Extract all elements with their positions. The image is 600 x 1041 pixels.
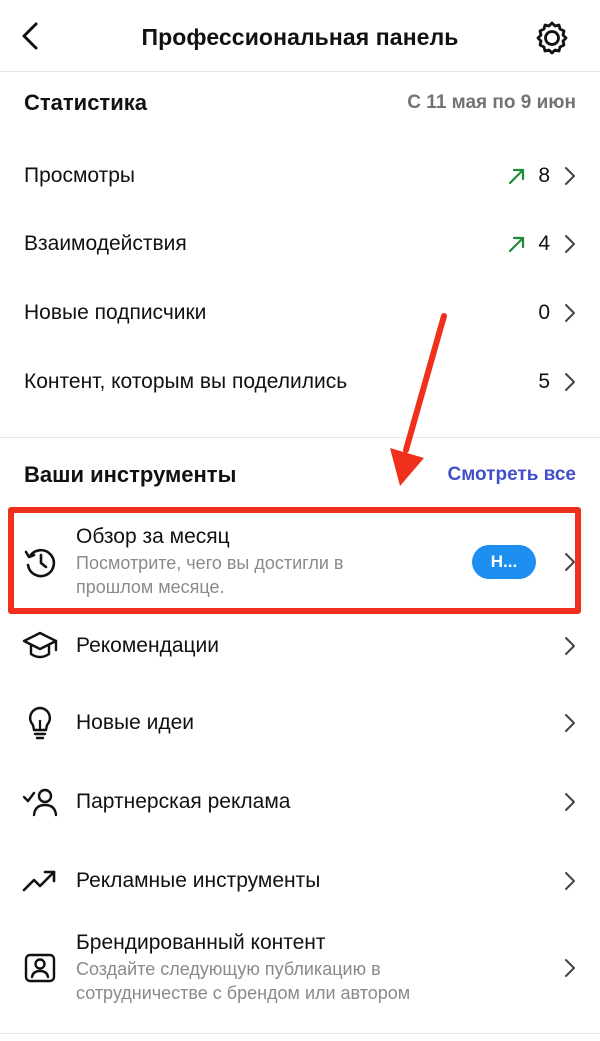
settings-button[interactable] xyxy=(532,18,572,58)
chevron-right-icon xyxy=(558,233,576,255)
stat-row-views[interactable]: Просмотры 8 xyxy=(24,156,576,196)
tools-heading: Ваши инструменты xyxy=(24,462,237,487)
section-divider xyxy=(0,437,600,438)
trend-chart-icon xyxy=(20,861,60,901)
partner-check-user-icon xyxy=(20,782,60,822)
stat-label: Взаимодействия xyxy=(24,232,187,255)
settings-gear-icon xyxy=(536,21,568,55)
trend-up-icon xyxy=(506,233,528,255)
stat-label: Просмотры xyxy=(24,164,135,187)
stat-row-shared-content[interactable]: Контент, которым вы поделились 5 xyxy=(24,362,576,402)
tool-description-line: сотрудничестве с брендом или автором xyxy=(76,983,411,1003)
chevron-right-icon xyxy=(558,712,576,734)
page-title: Профессиональная панель xyxy=(141,24,459,50)
tools-header: Ваши инструменты Смотреть все xyxy=(24,462,576,488)
tool-title: Рекламные инструменты xyxy=(76,869,321,892)
tool-branded-content[interactable]: Брендированный контент Создайте следующу… xyxy=(20,928,576,1008)
tool-title: Рекомендации xyxy=(76,634,220,657)
stat-label: Новые подписчики xyxy=(24,301,207,324)
bottom-divider xyxy=(0,1033,600,1034)
stats-header: Статистика С 11 мая по 9 июн xyxy=(24,90,576,116)
stat-value: 0 xyxy=(538,301,550,324)
date-range[interactable]: С 11 мая по 9 июн xyxy=(407,92,576,114)
branded-content-icon xyxy=(20,948,60,988)
chevron-right-icon xyxy=(558,371,576,393)
chevron-right-icon xyxy=(558,302,576,324)
chevron-right-icon xyxy=(558,870,576,892)
chevron-right-icon xyxy=(558,957,576,979)
chevron-right-icon xyxy=(558,635,576,657)
chevron-right-icon xyxy=(558,791,576,813)
tool-new-ideas[interactable]: Новые идеи xyxy=(20,702,576,744)
stat-value: 8 xyxy=(538,164,550,187)
tool-title: Партнерская реклама xyxy=(76,790,291,813)
trend-up-icon xyxy=(506,165,528,187)
stat-value: 5 xyxy=(538,370,550,393)
tool-partner-ads[interactable]: Партнерская реклама xyxy=(20,781,576,823)
stats-heading: Статистика xyxy=(24,90,147,115)
tool-ad-tools[interactable]: Рекламные инструменты xyxy=(20,860,576,902)
stat-label: Контент, которым вы поделились xyxy=(24,370,348,393)
tool-description-line: Создайте следующую публикацию в xyxy=(76,959,381,979)
see-all-link[interactable]: Смотреть все xyxy=(448,464,577,486)
graduation-cap-icon xyxy=(20,626,60,666)
annotation-highlight-box xyxy=(8,507,581,614)
stat-row-new-followers[interactable]: Новые подписчики 0 xyxy=(24,293,576,333)
stat-row-interactions[interactable]: Взаимодействия 4 xyxy=(24,224,576,264)
tool-title: Новые идеи xyxy=(76,711,195,734)
stat-value: 4 xyxy=(538,232,550,255)
tool-recommendations[interactable]: Рекомендации xyxy=(20,625,576,667)
chevron-right-icon xyxy=(558,165,576,187)
annotation-arrow-icon xyxy=(390,313,447,486)
tool-title: Брендированный контент xyxy=(76,931,326,954)
lightbulb-icon xyxy=(20,703,60,743)
top-bar: Профессиональная панель xyxy=(0,0,600,72)
